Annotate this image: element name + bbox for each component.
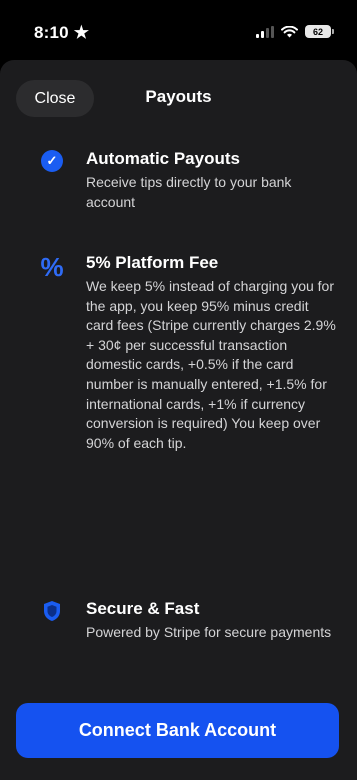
sheet-title: Payouts xyxy=(145,87,212,106)
cellular-signal-icon xyxy=(256,25,274,38)
star-icon: ★ xyxy=(73,23,90,42)
feature-text: Secure & Fast Powered by Stripe for secu… xyxy=(68,598,331,643)
battery-icon: 62 xyxy=(305,25,334,38)
battery-level: 62 xyxy=(312,26,323,37)
feature-description: We keep 5% instead of charging you for t… xyxy=(86,278,336,451)
status-icons: 62 xyxy=(256,25,334,38)
feature-description: Receive tips directly to your bank accou… xyxy=(86,174,292,210)
feature-icon-container xyxy=(36,598,68,643)
feature-text: 5% Platform Fee We keep 5% instead of ch… xyxy=(68,252,337,453)
feature-title: 5% Platform Fee xyxy=(86,253,219,272)
feature-title: Automatic Payouts xyxy=(86,149,240,168)
percent-icon: % xyxy=(40,252,64,282)
feature-automatic-payouts: ✓ Automatic Payouts Receive tips directl… xyxy=(36,148,337,212)
check-circle-icon: ✓ xyxy=(41,150,63,172)
feature-secure-fast: Secure & Fast Powered by Stripe for secu… xyxy=(36,598,337,643)
shield-icon xyxy=(44,601,60,621)
payouts-sheet: Close Payouts ✓ Automatic Payouts Receiv… xyxy=(0,60,357,780)
feature-description: Powered by Stripe for secure payments xyxy=(86,624,332,640)
wifi-icon xyxy=(281,25,298,37)
status-time-text: 8:10 xyxy=(34,23,69,42)
feature-title: Secure & Fast xyxy=(86,599,200,618)
feature-icon-container: % xyxy=(36,252,68,453)
feature-platform-fee: % 5% Platform Fee We keep 5% instead of … xyxy=(36,252,337,453)
status-bar: 8:10 ★ 62 xyxy=(0,0,357,62)
status-time: 8:10 ★ xyxy=(34,23,89,43)
feature-text: Automatic Payouts Receive tips directly … xyxy=(68,148,337,212)
feature-icon-container: ✓ xyxy=(36,148,68,212)
connect-bank-account-button[interactable]: Connect Bank Account xyxy=(16,703,339,758)
